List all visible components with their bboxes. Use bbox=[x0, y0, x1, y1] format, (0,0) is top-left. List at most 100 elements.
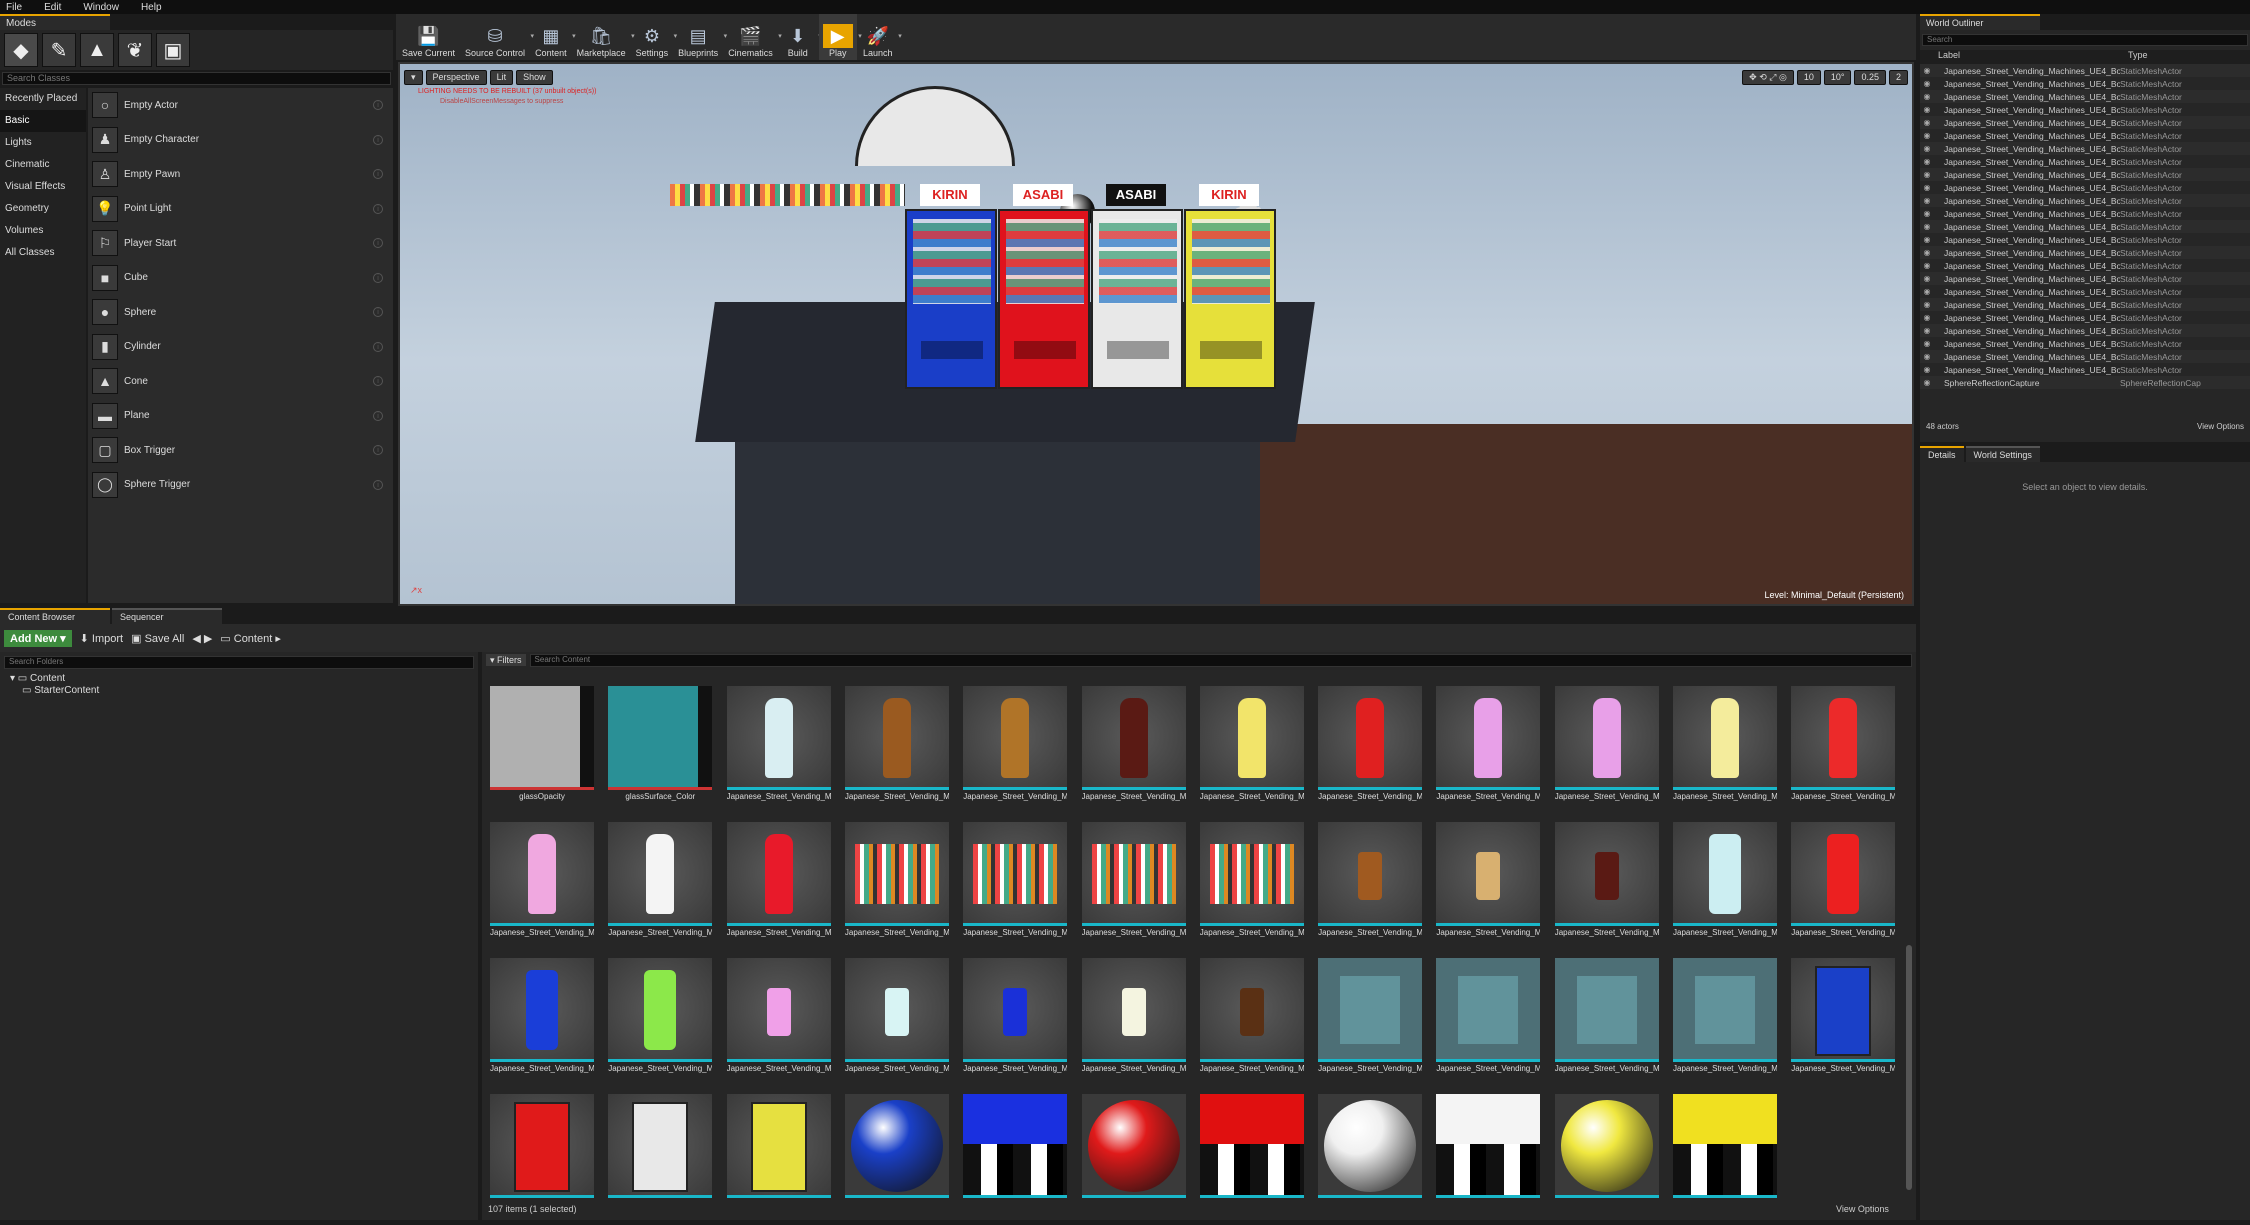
type-column-header[interactable]: Type bbox=[2128, 50, 2148, 64]
show-button[interactable]: Show bbox=[516, 70, 553, 85]
info-icon[interactable]: i bbox=[373, 169, 383, 180]
perspective-button[interactable]: Perspective bbox=[425, 70, 487, 85]
info-icon[interactable]: i bbox=[373, 307, 383, 318]
outliner-row[interactable]: ◉ Japanese_Street_Vending_Machines_UE4_Bo… bbox=[1920, 324, 2250, 337]
asset-tile[interactable]: Japanese_Street_Vending_Machines_UE4_gla… bbox=[1673, 958, 1777, 1089]
asset-tile[interactable]: Japanese_Street_Vending_Machines_UE4_bot… bbox=[726, 822, 831, 953]
place-item-plane[interactable]: ▬ Plane i bbox=[88, 399, 393, 434]
eye-icon[interactable]: ◉ bbox=[1920, 326, 1934, 335]
menu-item-window[interactable]: Window bbox=[83, 2, 119, 13]
tab-world-settings[interactable]: World Settings bbox=[1965, 446, 2040, 462]
place-item-empty-character[interactable]: ♟ Empty Character i bbox=[88, 123, 393, 158]
outliner-row[interactable]: ◉ Japanese_Street_Vending_Machines_UE4_Bo… bbox=[1920, 246, 2250, 259]
outliner-row[interactable]: ◉ Japanese_Street_Vending_Machines_UE4_Bo… bbox=[1920, 64, 2250, 77]
asset-tile[interactable]: Japanese_Street_Vending_Machines_UE4_can… bbox=[1199, 958, 1304, 1089]
outliner-row[interactable]: ◉ Japanese_Street_Vending_Machines_UE4_Bo… bbox=[1920, 350, 2250, 363]
launch-button[interactable]: 🚀 Launch ▾ bbox=[859, 14, 902, 60]
asset-tile[interactable]: Japanese_Street_Vending_Machines_UE4_can… bbox=[608, 958, 713, 1089]
outliner-row[interactable]: ◉ Japanese_Street_Vending_Machines_UE4_Bo… bbox=[1920, 116, 2250, 129]
asset-tile[interactable] bbox=[726, 1094, 831, 1225]
place-item-cube[interactable]: ■ Cube i bbox=[88, 261, 393, 296]
outliner-row[interactable]: ◉ Japanese_Street_Vending_Machines_UE4_Bo… bbox=[1920, 129, 2250, 142]
grid-snap-value[interactable]: 10 bbox=[1796, 70, 1821, 85]
category-volumes[interactable]: Volumes bbox=[0, 220, 86, 242]
category-recently-placed[interactable]: Recently Placed bbox=[0, 88, 86, 110]
level-viewport[interactable]: ▾ Perspective Lit Show LIGHTING NEEDS TO… bbox=[398, 62, 1914, 606]
tab-modes[interactable]: Modes bbox=[0, 14, 110, 30]
info-icon[interactable]: i bbox=[373, 100, 383, 111]
content-button[interactable]: ▦ Content ▾ bbox=[531, 14, 576, 60]
asset-tile[interactable]: Japanese_Street_Vending_Machines_UE4_can… bbox=[1436, 822, 1541, 953]
asset-tile[interactable] bbox=[1081, 1094, 1186, 1225]
tab-sequencer[interactable]: Sequencer bbox=[112, 608, 222, 624]
asset-tile[interactable]: Japanese_Street_Vending_Machines_UE4_can… bbox=[1554, 822, 1659, 953]
rotation-snap-value[interactable]: 10° bbox=[1823, 70, 1852, 85]
eye-icon[interactable]: ◉ bbox=[1920, 300, 1934, 309]
asset-tile[interactable]: Japanese_Street_Vending_Machines_UE4_bot… bbox=[844, 686, 949, 817]
menu-item-help[interactable]: Help bbox=[141, 2, 162, 13]
asset-tile[interactable]: Japanese_Street_Vending_Machines_UE4_can… bbox=[1791, 822, 1896, 953]
eye-icon[interactable]: ◉ bbox=[1920, 235, 1934, 244]
eye-icon[interactable]: ◉ bbox=[1920, 274, 1934, 283]
scale-snap-value[interactable]: 0.25 bbox=[1854, 70, 1886, 85]
build-button[interactable]: ⬇Build▾ bbox=[779, 14, 822, 60]
outliner-row[interactable]: ◉ SphereReflectionCapture SphereReflection… bbox=[1920, 376, 2250, 389]
asset-tile[interactable]: Japanese_Street_Vending_Machines_UE4_can… bbox=[490, 958, 594, 1089]
outliner-row[interactable]: ◉ Japanese_Street_Vending_Machines_UE4_Bo… bbox=[1920, 207, 2250, 220]
chevron-down-icon[interactable]: ▾ bbox=[898, 32, 902, 40]
eye-icon[interactable]: ◉ bbox=[1920, 378, 1934, 387]
search-content-input[interactable]: Search Content bbox=[529, 654, 1912, 667]
outliner-row[interactable]: ◉ Japanese_Street_Vending_Machines_UE4_Bo… bbox=[1920, 311, 2250, 324]
asset-tile[interactable] bbox=[1436, 1094, 1541, 1225]
eye-icon[interactable]: ◉ bbox=[1920, 79, 1934, 88]
menu-item-file[interactable]: File bbox=[6, 2, 22, 13]
filters-button[interactable]: ▾ Filters bbox=[486, 654, 526, 666]
eye-icon[interactable]: ◉ bbox=[1920, 170, 1934, 179]
tab-content-browser[interactable]: Content Browser bbox=[0, 608, 110, 624]
eye-icon[interactable]: ◉ bbox=[1920, 118, 1934, 127]
asset-tile[interactable]: Japanese_Street_Vending_Machines_UE4_can… bbox=[726, 958, 831, 1089]
eye-icon[interactable]: ◉ bbox=[1920, 248, 1934, 257]
marketplace-button[interactable]: 🛍 Marketplace ▾ bbox=[573, 14, 635, 60]
category-basic[interactable]: Basic bbox=[0, 110, 86, 132]
save-all-button[interactable]: ▣ Save All bbox=[131, 632, 184, 645]
outliner-row[interactable]: ◉ Japanese_Street_Vending_Machines_UE4_Bo… bbox=[1920, 194, 2250, 207]
asset-tile[interactable]: glassOpacity bbox=[490, 686, 594, 817]
outliner-row[interactable]: ◉ Japanese_Street_Vending_Machines_UE4_Bo… bbox=[1920, 363, 2250, 376]
category-lights[interactable]: Lights bbox=[0, 132, 86, 154]
foliage-mode-icon[interactable]: ❦ bbox=[118, 33, 152, 67]
category-geometry[interactable]: Geometry bbox=[0, 198, 86, 220]
menu-item-edit[interactable]: Edit bbox=[44, 2, 61, 13]
outliner-row[interactable]: ◉ Japanese_Street_Vending_Machines_UE4_Bo… bbox=[1920, 233, 2250, 246]
asset-tile[interactable]: Japanese_Street_Vending_Machines_UE4_can… bbox=[963, 958, 1068, 1089]
outliner-row[interactable]: ◉ Japanese_Street_Vending_Machines_UE4_Bo… bbox=[1920, 168, 2250, 181]
asset-tile[interactable]: Japanese_Street_Vending_Machines_UE4_bot… bbox=[1199, 686, 1304, 817]
asset-tile[interactable]: Japanese_Street_Vending_Machines_UE4_bot… bbox=[608, 822, 713, 953]
landscape-mode-icon[interactable]: ▲ bbox=[80, 33, 114, 67]
eye-icon[interactable]: ◉ bbox=[1920, 196, 1934, 205]
search-classes-input[interactable]: Search Classes bbox=[2, 72, 391, 85]
eye-icon[interactable]: ◉ bbox=[1920, 222, 1934, 231]
asset-tile[interactable]: Japanese_Street_Vending_Machines_UE4_Bot… bbox=[844, 822, 949, 953]
info-icon[interactable]: i bbox=[373, 134, 383, 145]
asset-tile[interactable]: Japanese_Street_Vending_Machines_UE4_bot… bbox=[1081, 686, 1186, 817]
asset-tile[interactable]: Japanese_Street_Vending_Machines_UE4_can… bbox=[1673, 822, 1777, 953]
asset-tile[interactable] bbox=[963, 1094, 1068, 1225]
play-button[interactable]: ▶ Play ▾ bbox=[818, 14, 862, 60]
asset-tile[interactable]: Japanese_Street_Vending_Machines_UE4_bot… bbox=[1554, 686, 1659, 817]
asset-tile[interactable]: Japanese_Street_Vending_Machines_UE4_Bot… bbox=[963, 822, 1068, 953]
asset-tile[interactable]: Japanese_Street_Vending_Machines_UE4_ven… bbox=[1791, 958, 1896, 1089]
asset-tile[interactable]: Japanese_Street_Vending_Machines_UE4_gla… bbox=[1436, 958, 1541, 1089]
asset-tile[interactable]: Japanese_Street_Vending_Machines_UE4_bot… bbox=[726, 686, 831, 817]
info-icon[interactable]: i bbox=[373, 341, 383, 352]
info-icon[interactable]: i bbox=[373, 445, 383, 456]
asset-tile[interactable]: Japanese_Street_Vending_Machines_UE4_bot… bbox=[963, 686, 1068, 817]
viewport-options-button[interactable]: ▾ bbox=[404, 70, 423, 85]
eye-icon[interactable]: ◉ bbox=[1920, 352, 1934, 361]
place-item-player-start[interactable]: ⚐ Player Start i bbox=[88, 226, 393, 261]
eye-icon[interactable]: ◉ bbox=[1920, 131, 1934, 140]
place-item-cone[interactable]: ▲ Cone i bbox=[88, 364, 393, 399]
tab-world-outliner[interactable]: World Outliner bbox=[1920, 14, 2040, 30]
outliner-row[interactable]: ◉ Japanese_Street_Vending_Machines_UE4_Bo… bbox=[1920, 298, 2250, 311]
info-icon[interactable]: i bbox=[373, 410, 383, 421]
